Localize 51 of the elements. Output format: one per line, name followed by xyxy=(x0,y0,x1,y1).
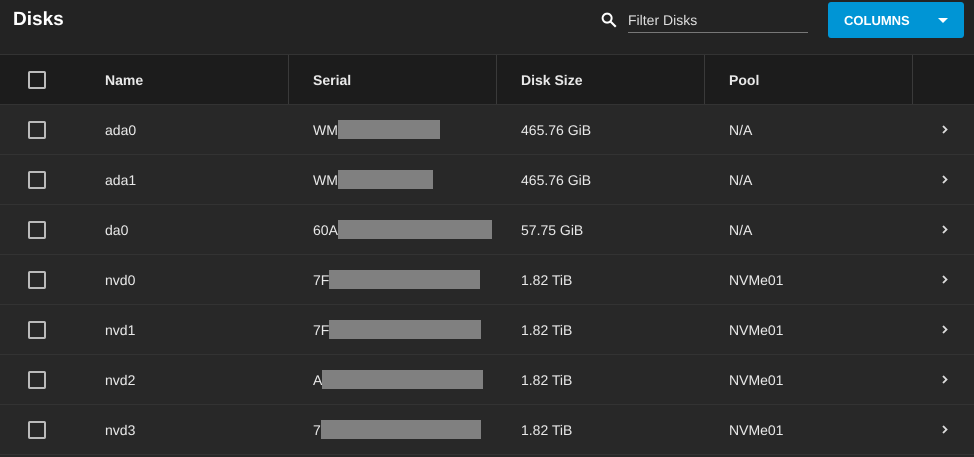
table-cell: 1.82 TiB xyxy=(521,322,572,338)
chevron-right-icon[interactable] xyxy=(942,175,948,184)
table-cell: nvd2 xyxy=(105,372,136,388)
caret-icon xyxy=(938,18,948,22)
chevron-right-icon[interactable] xyxy=(942,325,948,334)
column-header[interactable]: Disk Size xyxy=(521,72,582,88)
table-cell: ada0 xyxy=(105,122,136,138)
row-checkbox[interactable] xyxy=(28,220,46,238)
chevron-right-icon[interactable] xyxy=(942,125,948,134)
chevron-right-icon[interactable] xyxy=(942,275,948,284)
select-all-checkbox[interactable] xyxy=(28,70,46,88)
row-checkbox[interactable] xyxy=(28,170,46,188)
column-header[interactable]: Pool xyxy=(729,72,760,88)
table-cell: 57.75 GiB xyxy=(521,222,584,238)
column-header[interactable]: Serial xyxy=(313,72,352,88)
table-cell: nvd0 xyxy=(105,272,136,288)
table-cell: 7F xyxy=(313,272,330,288)
chevron-right-icon[interactable] xyxy=(942,225,948,234)
table-cell: NVMe01 xyxy=(729,322,784,338)
search-icon xyxy=(600,11,618,29)
chevron-right-icon[interactable] xyxy=(942,375,948,384)
table-cell: NVMe01 xyxy=(729,372,784,388)
table-cell: WM xyxy=(313,172,338,188)
chevron-right-icon[interactable] xyxy=(942,425,948,434)
row-checkbox[interactable] xyxy=(28,320,46,338)
column-header[interactable]: Name xyxy=(105,72,144,88)
table-cell: N/A xyxy=(729,172,752,188)
table-cell: N/A xyxy=(729,222,752,238)
row-checkbox[interactable] xyxy=(28,120,46,138)
table-cell: N/A xyxy=(729,122,752,138)
page-title: Disks xyxy=(13,9,65,31)
table-cell: nvd3 xyxy=(105,422,136,438)
table-cell: A xyxy=(313,372,322,388)
row-checkbox[interactable] xyxy=(28,370,46,388)
table-cell: 1.82 TiB xyxy=(521,272,572,288)
table-cell: 465.76 GiB xyxy=(521,122,592,138)
table-cell: 1.82 TiB xyxy=(521,422,572,438)
row-checkbox[interactable] xyxy=(28,420,46,438)
table-cell: 465.76 GiB xyxy=(521,172,592,188)
table-cell: 1.82 TiB xyxy=(521,372,572,388)
table-cell: 7F xyxy=(313,322,330,338)
row-checkbox[interactable] xyxy=(28,270,46,288)
table-cell: da0 xyxy=(105,222,128,238)
table-cell: WM xyxy=(313,122,338,138)
table-cell: 60A xyxy=(313,222,338,238)
table-cell: NVMe01 xyxy=(729,422,784,438)
table-cell: nvd1 xyxy=(105,322,136,338)
table-cell: ada1 xyxy=(105,172,136,188)
table-cell: NVMe01 xyxy=(729,272,784,288)
filter-field[interactable]: Filter Disks xyxy=(628,8,808,32)
table-cell: 7 xyxy=(313,422,321,438)
